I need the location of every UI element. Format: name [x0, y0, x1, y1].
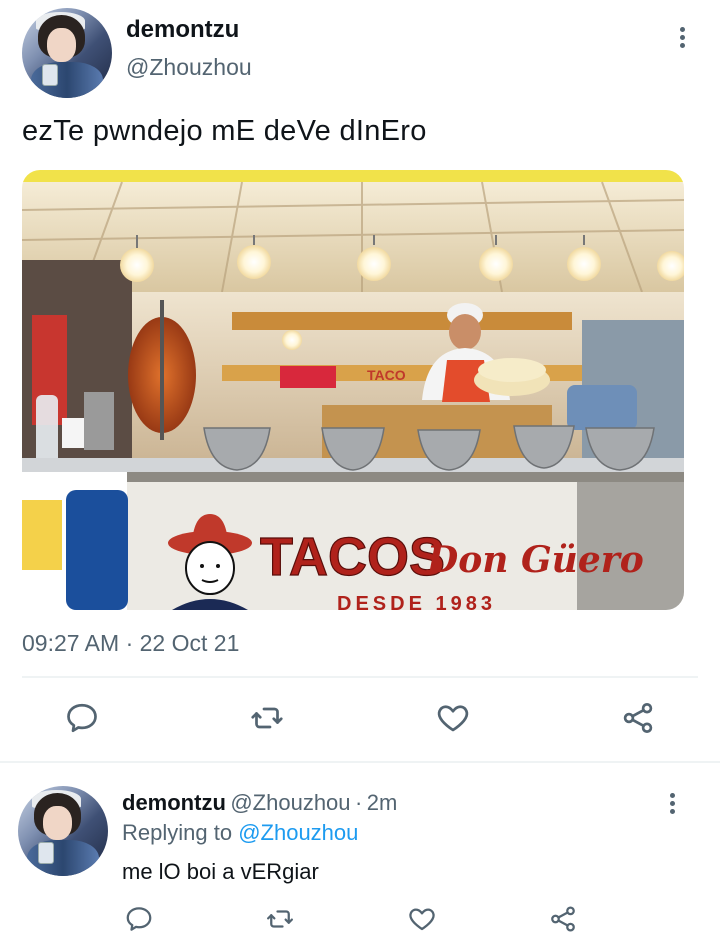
- reply-reply-button[interactable]: [124, 904, 154, 934]
- like-button[interactable]: [434, 700, 472, 736]
- taco-stand-photo: TACO TACOS Don Güero DESDE 1983: [22, 170, 684, 610]
- reply-text: me lO boi a vERgiar: [122, 859, 319, 884]
- speech-bubble-icon: [67, 703, 97, 733]
- retweet-button[interactable]: [248, 700, 286, 736]
- reply-button[interactable]: [64, 700, 100, 736]
- user-handle[interactable]: @Zhouzhou: [126, 54, 252, 81]
- tweet-text: ezTe pwndejo mE deVe dInEro: [22, 115, 427, 147]
- tweet-timestamp[interactable]: 09:27 AM · 22 Oct 21: [22, 630, 239, 657]
- share-button[interactable]: [620, 700, 656, 736]
- sign-sub: DESDE 1983: [337, 593, 496, 610]
- share-icon: [551, 906, 575, 932]
- avatar[interactable]: [22, 8, 112, 98]
- tweet-image[interactable]: TACO TACOS Don Güero DESDE 1983: [22, 170, 684, 610]
- reply-dot: ·: [354, 790, 363, 815]
- reply-header: demontzu @Zhouzhou · 2m: [122, 790, 397, 816]
- speech-bubble-icon: [126, 907, 152, 931]
- replying-to: Replying to @Zhouzhou: [122, 820, 358, 846]
- heart-icon: [409, 908, 435, 931]
- tweet-date: 22 Oct 21: [139, 630, 240, 656]
- reply-share-button[interactable]: [548, 904, 578, 934]
- retweet-icon: [267, 910, 293, 928]
- meta-separator: ·: [125, 630, 134, 656]
- reply-age[interactable]: 2m: [367, 790, 398, 815]
- sign-title: TACOS: [260, 527, 445, 587]
- reply-like-button[interactable]: [406, 904, 438, 934]
- more-options-icon[interactable]: [680, 24, 685, 51]
- tweet-time: 09:27 AM: [22, 630, 120, 656]
- section-divider: [0, 761, 720, 763]
- divider: [22, 676, 698, 678]
- share-icon: [623, 703, 653, 733]
- sign-script: Don Güero: [426, 539, 644, 581]
- display-name[interactable]: demontzu: [126, 16, 239, 44]
- heart-icon: [437, 705, 469, 732]
- reply-more-options-icon[interactable]: [670, 790, 675, 817]
- reply-avatar[interactable]: [18, 786, 108, 876]
- shelf-label: TACO: [367, 367, 406, 383]
- reply-retweet-button[interactable]: [264, 904, 296, 934]
- replying-prefix: Replying to: [122, 820, 233, 845]
- reply-display-name[interactable]: demontzu: [122, 790, 226, 815]
- replying-to-link[interactable]: @Zhouzhou: [238, 820, 358, 845]
- reply-handle[interactable]: @Zhouzhou: [230, 790, 350, 815]
- retweet-icon: [251, 707, 283, 729]
